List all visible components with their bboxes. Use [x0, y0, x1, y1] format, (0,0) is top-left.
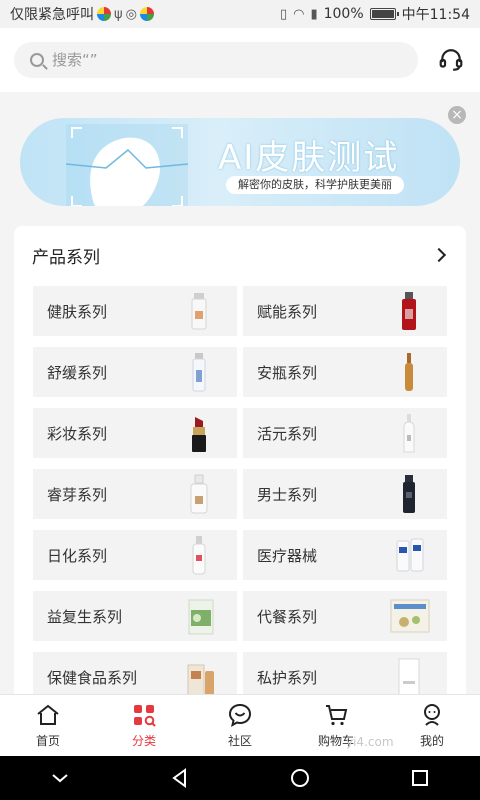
chevron-right-icon — [431, 247, 447, 263]
spray-bottle-icon — [192, 353, 206, 392]
care-box-icon — [398, 658, 420, 696]
category-label: 安瓶系列 — [257, 363, 318, 382]
customer-service-button[interactable] — [436, 45, 466, 75]
category-daican[interactable]: 代餐系列 — [243, 591, 447, 641]
community-icon — [228, 703, 252, 727]
pump-bottle-icon — [190, 474, 208, 514]
category-shuhuan[interactable]: 舒缓系列 — [33, 347, 237, 397]
recents-icon[interactable] — [409, 767, 431, 789]
clock: 中午11:54 — [401, 7, 470, 23]
white-bottle-icon — [191, 293, 207, 330]
category-label: 代餐系列 — [257, 607, 318, 626]
dark-bottle-icon — [403, 475, 415, 513]
category-jianfu[interactable]: 健肤系列 — [33, 286, 237, 336]
cart-icon — [326, 705, 348, 726]
tab-label: 首页 — [35, 734, 60, 748]
category-label: 睿芽系列 — [47, 485, 108, 504]
meal-box-icon — [390, 599, 430, 633]
usb-icon: ψ — [114, 6, 123, 22]
red-bottle-icon — [402, 292, 416, 330]
category-grid: 健肤系列 赋能系列 舒缓系列 安瓶系列 彩妆系列 活元系列 睿芽系列 男士系列 … — [33, 286, 447, 702]
category-caizhuang[interactable]: 彩妆系列 — [33, 408, 237, 458]
wifi-icon: ◠ — [293, 6, 305, 22]
banner-subtitle: 解密你的皮肤，科学护肤更美丽 — [226, 176, 404, 194]
category-label: 保健食品系列 — [47, 668, 138, 687]
banner-title: AI皮肤测试 — [218, 138, 400, 178]
category-anping[interactable]: 安瓶系列 — [243, 347, 447, 397]
tube-set-icon — [396, 538, 424, 572]
home-circle-icon[interactable] — [289, 767, 311, 789]
section-title: 产品系列 — [32, 247, 100, 268]
category-rihua[interactable]: 日化系列 — [33, 530, 237, 580]
status-bar: 仅限紧急呼叫 ψ ◎ ▯ ◠ ▮ 100% 中午11:54 — [0, 0, 480, 28]
tab-label: 社区 — [227, 734, 252, 748]
watermark: yi4.com — [346, 728, 466, 756]
category-label: 日化系列 — [47, 546, 108, 565]
product-series-header[interactable]: 产品系列 — [14, 226, 466, 284]
spray-bottle-icon — [192, 536, 206, 575]
banner-area: AI皮肤测试 解密你的皮肤，科学护肤更美丽 × — [0, 92, 480, 222]
close-icon: × — [451, 107, 463, 123]
wechat-icon: ◎ — [125, 6, 137, 22]
back-icon[interactable] — [169, 767, 191, 789]
tab-category[interactable]: 分类 — [96, 695, 192, 756]
ai-skin-test-banner[interactable]: AI皮肤测试 解密你的皮肤，科学护肤更美丽 — [20, 118, 460, 206]
category-funeng[interactable]: 赋能系列 — [243, 286, 447, 336]
category-yifusheng[interactable]: 益复生系列 — [33, 591, 237, 641]
battery-percent: 100% — [323, 6, 364, 22]
carrier-text: 仅限紧急呼叫 — [10, 7, 94, 23]
category-label: 医疗器械 — [257, 546, 318, 565]
tab-community[interactable]: 社区 — [192, 695, 288, 756]
vibrate-icon: ▯ — [279, 6, 288, 22]
supplement-box-icon — [188, 599, 214, 635]
battery-icon — [369, 8, 399, 20]
lipstick-icon — [192, 417, 206, 452]
app-notification-icon-2 — [139, 7, 154, 21]
signal-icon: ▮ — [310, 6, 318, 22]
face-scan-icon — [66, 124, 188, 206]
tab-home[interactable]: 首页 — [0, 695, 96, 756]
collapse-icon[interactable] — [49, 767, 71, 789]
category-label: 私护系列 — [257, 668, 318, 687]
tab-label: 分类 — [131, 734, 156, 748]
watermark-text: yi4.com — [346, 735, 394, 749]
lotion-bottle-icon — [403, 414, 415, 453]
category-huoyuan[interactable]: 活元系列 — [243, 408, 447, 458]
ampoule-icon — [405, 353, 413, 391]
category-label: 赋能系列 — [257, 302, 318, 321]
category-label: 活元系列 — [257, 424, 318, 443]
category-label: 彩妆系列 — [47, 424, 108, 443]
category-yiliao[interactable]: 医疗器械 — [243, 530, 447, 580]
product-series-card: 产品系列 健肤系列 赋能系列 舒缓系列 安瓶系列 彩妆系列 活元系列 睿芽系列 … — [14, 226, 466, 706]
app-header — [0, 28, 480, 92]
profile-icon — [424, 704, 440, 726]
search-bar[interactable] — [14, 42, 418, 78]
category-label: 健肤系列 — [47, 302, 108, 321]
headset-icon — [439, 49, 463, 71]
category-label: 舒缓系列 — [47, 363, 108, 382]
home-icon — [37, 704, 59, 725]
category-icon — [134, 705, 156, 727]
health-food-icon — [187, 664, 214, 696]
app-notification-icon — [97, 7, 111, 21]
system-nav-bar — [0, 756, 480, 800]
search-icon — [30, 53, 44, 67]
category-label: 男士系列 — [257, 485, 318, 504]
category-nanshi[interactable]: 男士系列 — [243, 469, 447, 519]
category-label: 益复生系列 — [47, 607, 123, 626]
category-ruiya[interactable]: 睿芽系列 — [33, 469, 237, 519]
close-banner-button[interactable]: × — [448, 106, 466, 124]
search-input[interactable] — [52, 51, 352, 69]
